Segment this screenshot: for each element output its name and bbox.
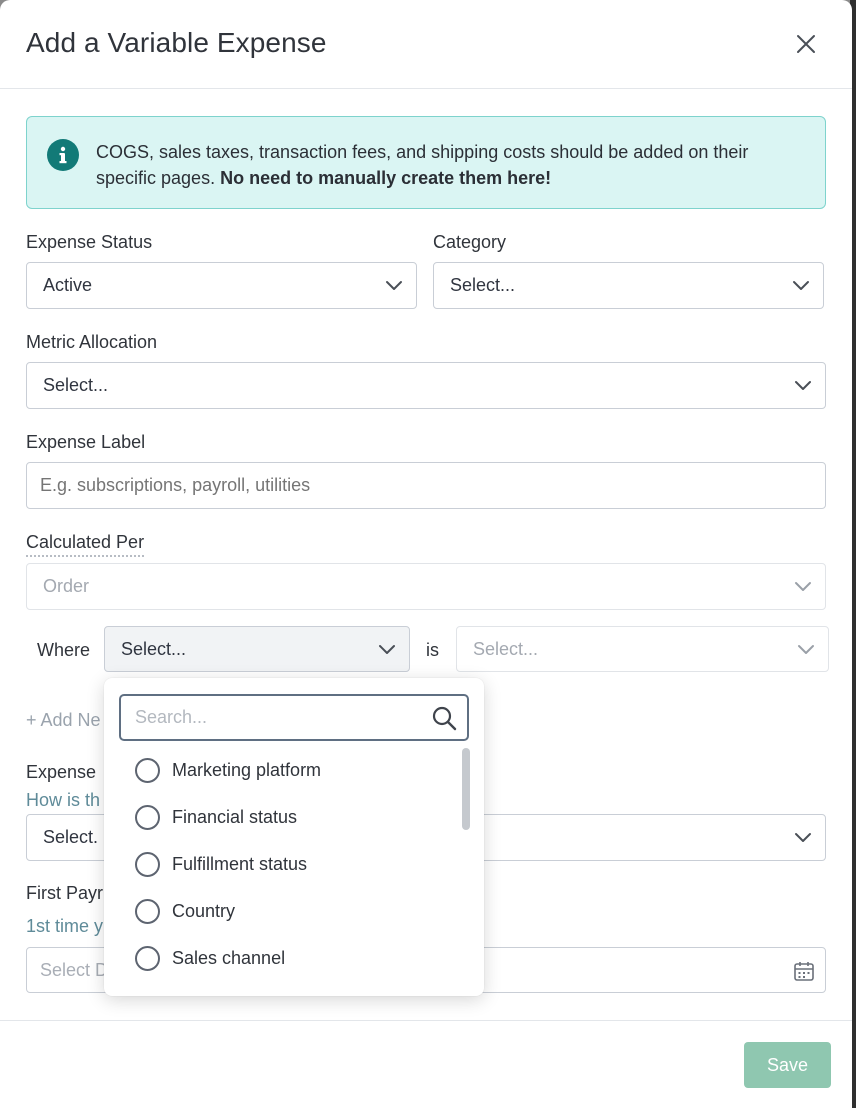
first-payment-label: First Payr [26, 883, 104, 903]
radio-button[interactable] [135, 946, 160, 971]
option-sales-channel[interactable]: Sales channel [124, 939, 444, 977]
chevron-down-icon [386, 281, 402, 290]
calculated-per-label: Calculated Per [26, 532, 145, 557]
where-label: Where [37, 640, 91, 660]
chevron-down-icon [793, 281, 809, 290]
search-icon [432, 706, 457, 731]
expense-label-input[interactable] [26, 462, 826, 509]
chevron-down-icon [798, 645, 814, 654]
option-label: Fulfillment status [172, 854, 308, 874]
save-button[interactable]: Save [744, 1042, 831, 1088]
banner-text-bold: No need to manually create them here! [220, 168, 552, 188]
category-select[interactable]: Select... [433, 262, 824, 309]
add-new-condition-link[interactable]: + Add Ne [26, 710, 101, 731]
option-financial-status[interactable]: Financial status [124, 798, 444, 836]
expense-status-select[interactable]: Active [26, 262, 417, 309]
dropdown-search-box [119, 694, 469, 741]
where-select[interactable]: Select... [104, 626, 410, 672]
close-icon [797, 35, 815, 53]
banner-text: COGS, sales taxes, transaction fees, and… [96, 139, 806, 191]
first-payment-sublabel: 1st time y [26, 916, 104, 936]
expense-frequency-value: Select. [43, 827, 99, 847]
option-label: Sales channel [172, 948, 286, 968]
option-country[interactable]: Country [124, 892, 444, 930]
expense-label-label: Expense Label [26, 432, 146, 452]
close-button[interactable] [790, 28, 822, 60]
modal-title: Add a Variable Expense [26, 27, 327, 58]
dropdown-scrollbar[interactable] [462, 748, 470, 830]
metric-allocation-label: Metric Allocation [26, 332, 158, 352]
where-value-select[interactable]: Select... [456, 626, 829, 672]
metric-allocation-select[interactable]: Select... [26, 362, 826, 409]
modal-header: Add a Variable Expense [0, 0, 852, 89]
category-value: Select... [450, 275, 516, 295]
first-payment-placeholder: Select D [40, 960, 109, 980]
option-fulfillment-status[interactable]: Fulfillment status [124, 845, 444, 883]
metric-allocation-value: Select... [43, 375, 109, 395]
chevron-down-icon [795, 582, 811, 591]
is-label: is [426, 640, 439, 660]
info-banner: COGS, sales taxes, transaction fees, and… [26, 116, 826, 209]
option-label: Financial status [172, 807, 298, 827]
expense-frequency-label: Expense [26, 762, 97, 782]
expense-frequency-sublabel: How is th [26, 790, 101, 810]
radio-button[interactable] [135, 852, 160, 877]
category-label: Category [433, 232, 507, 252]
modal-footer [0, 1020, 852, 1108]
chevron-down-icon [795, 833, 811, 842]
expense-status-value: Active [43, 275, 93, 295]
calculated-per-value: Order [43, 576, 90, 596]
where-dropdown-menu: Marketing platform Financial status Fulf… [104, 678, 484, 996]
info-icon [47, 139, 79, 171]
dropdown-search-input[interactable] [133, 696, 423, 739]
calendar-icon [794, 962, 814, 981]
option-label: Country [172, 901, 236, 921]
option-marketing-platform[interactable]: Marketing platform [124, 751, 444, 789]
calculated-per-select[interactable]: Order [26, 563, 826, 610]
add-expense-modal: Add a Variable Expense COGS, sales taxes… [0, 0, 852, 1108]
option-label: Marketing platform [172, 760, 322, 780]
expense-status-label: Expense Status [26, 232, 153, 252]
radio-button[interactable] [135, 805, 160, 830]
chevron-down-icon [379, 645, 395, 654]
radio-button[interactable] [135, 758, 160, 783]
where-value-placeholder: Select... [473, 639, 539, 659]
radio-button[interactable] [135, 899, 160, 924]
chevron-down-icon [795, 381, 811, 390]
where-value: Select... [121, 639, 187, 659]
